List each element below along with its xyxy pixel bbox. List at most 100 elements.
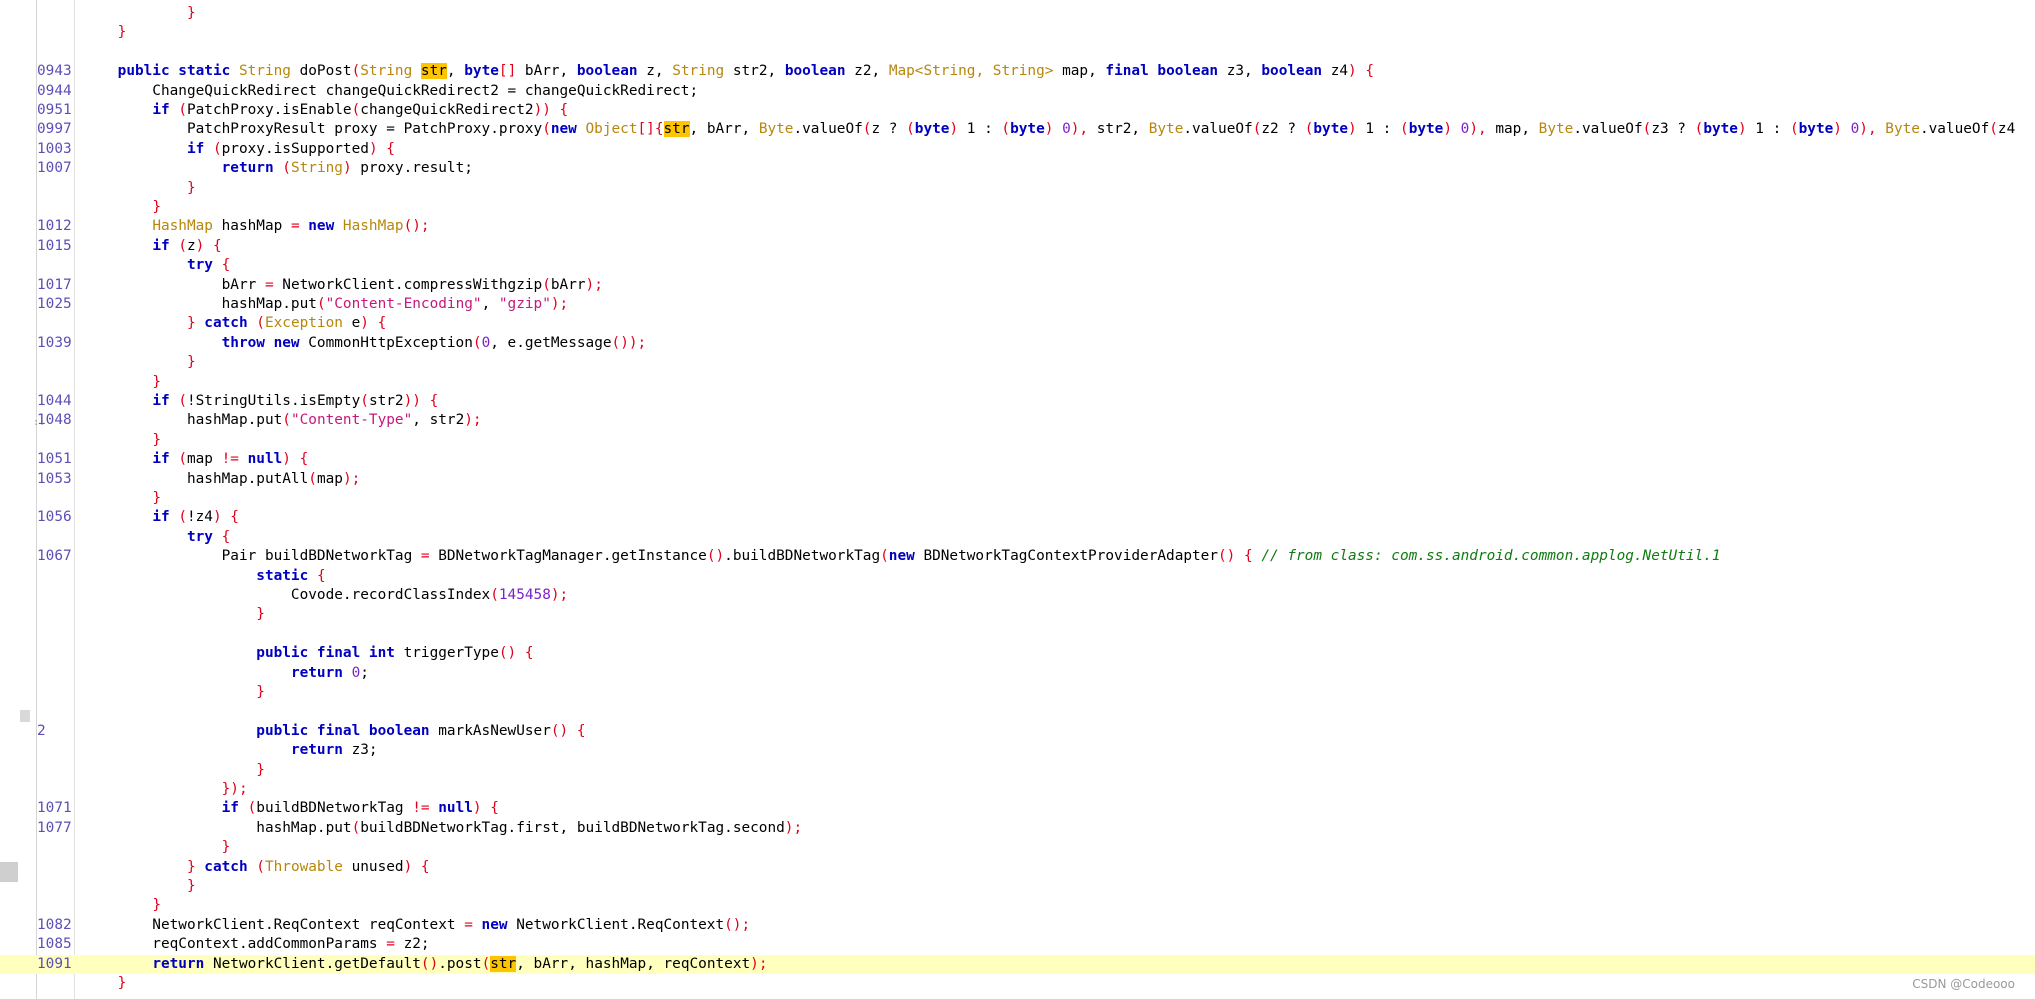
code-line[interactable]: 1039 throw new CommonHttpException(0, e.… (0, 334, 2035, 353)
code-line[interactable]: 0943 public static String doPost(String … (0, 62, 2035, 81)
code-text: HashMap hashMap = new HashMap(); (83, 217, 429, 236)
code-line[interactable]: 1017 bArr = NetworkClient.compressWithgz… (0, 276, 2035, 295)
code-line[interactable]: Covode.recordClassIndex(145458); (0, 586, 2035, 605)
code-token: bArr, (524, 63, 577, 80)
code-line[interactable]: public final int triggerType() { (0, 644, 2035, 663)
code-line[interactable]: 1056 if (!z4) { (0, 508, 2035, 527)
code-line[interactable]: } (0, 605, 2035, 624)
code-line[interactable]: } catch (Throwable unused) { (0, 858, 2035, 877)
code-line[interactable] (0, 625, 2035, 644)
code-token: ( (178, 393, 187, 409)
code-editor[interactable]: :: } } 0943 public static String doPost(S… (0, 0, 2035, 999)
code-token: } (186, 858, 205, 875)
code-line[interactable]: } (0, 4, 2035, 23)
code-token: if (152, 237, 179, 254)
code-token: PatchProxy.isEnable (186, 102, 352, 118)
code-line[interactable]: 1007 return (String) proxy.result; (0, 159, 2035, 178)
code-text: } catch (Exception e) { (83, 314, 386, 333)
code-line[interactable]: 1082 NetworkClient.ReqContext reqContext… (0, 916, 2035, 935)
code-token: CommonHttpException (308, 334, 473, 351)
code-line[interactable]: }); (0, 780, 2035, 799)
code-line[interactable]: 0951 if (PatchProxy.isEnable(changeQuick… (0, 101, 2035, 120)
code-token: 0 (481, 334, 491, 351)
code-line[interactable]: } (0, 179, 2035, 198)
code-line[interactable]: } (0, 838, 2035, 857)
code-line[interactable]: try { (0, 256, 2035, 275)
code-text: hashMap.put("Content-Encoding", "gzip"); (83, 295, 569, 314)
code-line[interactable]: 0997 PatchProxyResult proxy = PatchProxy… (0, 120, 2035, 139)
code-token: .valueOf (793, 121, 863, 138)
code-token: , str2 (412, 412, 465, 429)
code-line[interactable]: 1044 if (!StringUtils.isEmpty(str2)) { (0, 392, 2035, 411)
code-line[interactable]: return 0; (0, 664, 2035, 683)
code-token: .buildBDNetworkTag (724, 548, 881, 565)
code-line[interactable]: } (0, 431, 2035, 450)
code-line[interactable]: 2 public final boolean markAsNewUser() { (0, 722, 2035, 741)
code-line[interactable]: } (0, 761, 2035, 780)
code-line[interactable]: 1048 hashMap.put("Content-Type", str2); (0, 411, 2035, 430)
code-line[interactable]: 1077 hashMap.put(buildBDNetworkTag.first… (0, 819, 2035, 838)
code-line[interactable]: 1012 HashMap hashMap = new HashMap(); (0, 217, 2035, 236)
code-line[interactable]: 1091 return NetworkClient.getDefault().p… (0, 954, 2035, 974)
code-token: 145458 (498, 587, 551, 603)
code-token: BDNetworkTagManager.getInstance (438, 548, 707, 565)
code-line[interactable]: 0944 ChangeQuickRedirect changeQuickRedi… (0, 82, 2035, 101)
code-line[interactable]: } (0, 877, 2035, 896)
code-token: "Content-Encoding" (325, 296, 482, 312)
code-line[interactable]: } (0, 23, 2035, 42)
code-line[interactable]: 1085 reqContext.addCommonParams = z2; (0, 935, 2035, 954)
code-line[interactable]: return z3; (0, 741, 2035, 760)
code-token: ( (282, 160, 291, 177)
code-token: str2 (368, 393, 404, 409)
code-line[interactable]: } (0, 896, 2035, 915)
code-token: new (888, 548, 924, 565)
code-token: boolean (784, 63, 855, 80)
code-token: bArr (550, 276, 586, 293)
code-line[interactable]: } (0, 489, 2035, 508)
code-line[interactable]: 1051 if (map != null) { (0, 450, 2035, 469)
code-token: unused (351, 858, 404, 875)
code-token: ), (1859, 121, 1886, 138)
code-line[interactable]: 1025 hashMap.put("Content-Encoding", "gz… (0, 295, 2035, 314)
code-line[interactable]: 1053 hashMap.putAll(map); (0, 470, 2035, 489)
code-token: ) (949, 121, 967, 138)
code-token: ( (1789, 121, 1799, 138)
code-line[interactable]: try { (0, 528, 2035, 547)
code-line[interactable]: } (0, 198, 2035, 217)
code-line[interactable]: } catch (Exception e) { (0, 314, 2035, 333)
code-token: z, (646, 63, 673, 80)
code-token: z3, (1226, 63, 1262, 80)
code-line[interactable] (0, 43, 2035, 62)
code-token: buildBDNetworkTag (256, 800, 413, 817)
code-line[interactable]: } (0, 683, 2035, 702)
code-token: ); (550, 296, 569, 312)
code-text: NetworkClient.ReqContext reqContext = ne… (83, 916, 750, 935)
code-token: ); (784, 819, 803, 836)
code-line[interactable] (0, 702, 2035, 721)
code-token: .post (438, 955, 482, 972)
code-line[interactable]: } (0, 373, 2035, 392)
code-text: hashMap.put("Content-Type", str2); (83, 411, 482, 430)
code-text: } (83, 838, 231, 857)
code-line[interactable]: 1071 if (buildBDNetworkTag != null) { (0, 799, 2035, 818)
code-line[interactable]: 1015 if (z) { (0, 237, 2035, 256)
code-token: = (386, 936, 404, 953)
code-text: } (83, 353, 196, 372)
code-line[interactable]: } (0, 353, 2035, 372)
line-number: 1082 (37, 916, 72, 933)
line-number: 2 (37, 722, 46, 739)
code-token: ) { (360, 315, 387, 332)
code-line[interactable]: static { (0, 567, 2035, 586)
code-line[interactable]: 1067 Pair buildBDNetworkTag = BDNetworkT… (0, 547, 2035, 566)
code-token: catch (204, 315, 257, 332)
search-match: str (663, 121, 690, 138)
code-line[interactable]: 1003 if (proxy.isSupported) { (0, 140, 2035, 159)
code-token: ( (212, 140, 222, 157)
code-line[interactable]: } (0, 974, 2035, 993)
code-text: public final boolean markAsNewUser() { (83, 722, 585, 741)
